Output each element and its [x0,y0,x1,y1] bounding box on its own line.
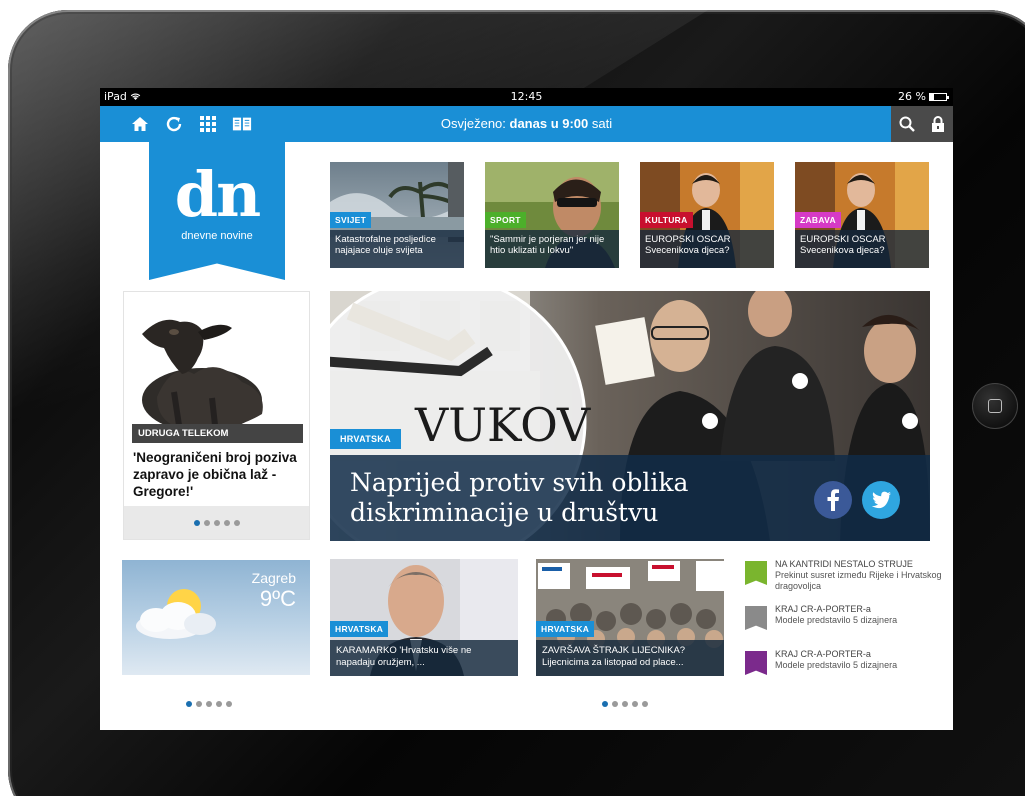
hero-sign-text: VUKOV [414,398,591,452]
facebook-icon[interactable] [814,481,852,519]
refresh-prefix: Osvježeno: [440,116,510,131]
bottom-story-0[interactable]: HRVATSKA KARAMARKO 'Hrvatsku više ne nap… [330,559,518,676]
story-caption: EUROPSKI OSCAR Svecenikova djeca? [640,230,774,268]
category-flag-icon [745,651,767,675]
side-list-text: Prekinut susret između Rijeke i Hrvatsko… [775,570,942,591]
category-flag-icon [745,561,767,585]
top-story-3[interactable]: ZABAVA EUROPSKI OSCAR Svecenikova djeca? [795,162,929,268]
toolbar-right-group [891,106,953,142]
weather-widget[interactable]: Zagreb 9ºC [122,560,310,675]
status-battery: 26 % [898,90,949,103]
status-time: 12:45 [510,90,543,103]
hero-title-line: Naprijed protiv svih oblika [350,468,689,497]
story-tag: SPORT [485,212,526,228]
bottom-story-1[interactable]: HRVATSKA ZAVRŠAVA ŠTRAJK LIJECNIKA? Lije… [536,559,724,676]
battery-icon [929,92,949,101]
pager-dot[interactable] [196,701,202,707]
story-tag: UDRUGA TELEKOM [132,424,303,443]
hero-title-line: diskriminacije u društvu [350,498,659,527]
refresh-time: danas u 9:00 [509,116,589,131]
story-tag: ZABAVA [795,212,841,228]
story-tag: HRVATSKA [330,621,389,637]
twitter-icon[interactable] [862,481,900,519]
weather-pager [186,698,232,710]
pager-dot[interactable] [602,701,608,707]
left-story-pager [124,506,309,539]
sheep-photo [132,302,303,442]
side-list-text: Modele predstavilo 5 dizajnera [775,660,898,670]
pager-dot[interactable] [642,701,648,707]
story-tag: HRVATSKA [536,621,595,637]
weather-city: Zagreb [251,570,296,586]
side-list-headline: KRAJ CR-A-PORTER-a [775,649,871,659]
category-flag-icon [745,606,767,630]
hero-story[interactable]: VUKOV HRVATSKA Naprijed protiv svih obli… [330,291,930,541]
side-list-text: Modele predstavilo 5 dizajnera [775,615,898,625]
pager-dot[interactable] [216,701,222,707]
refresh-suffix: sati [588,116,613,131]
pager-dot[interactable] [226,701,232,707]
logo-name: dnevne novine [181,230,253,242]
refresh-status: Osvježeno: danas u 9:00 sati [100,116,953,131]
side-list-headline: NA KANTRIDI NESTALO STRUJE [775,559,913,569]
search-icon[interactable] [897,114,917,134]
home-button[interactable] [972,383,1018,429]
pager-dot[interactable] [223,519,230,526]
side-list-headline: KRAJ CR-A-PORTER-a [775,604,871,614]
pager-dot[interactable] [632,701,638,707]
battery-percent: 26 % [898,90,926,103]
story-caption: EUROPSKI OSCAR Svecenikova djeca? [795,230,929,268]
left-story-card[interactable]: UDRUGA TELEKOM 'Neograničeni broj poziva… [123,291,310,540]
logo-mark: dn [174,158,261,231]
hero-title: Naprijed protiv svih oblika diskriminaci… [350,468,688,528]
side-list-item[interactable]: NA KANTRIDI NESTALO STRUJE Prekinut susr… [745,559,945,592]
pager-dot[interactable] [186,701,192,707]
pager-dot[interactable] [612,701,618,707]
story-caption: "Sammir je porjeran jer nije htio ukliza… [485,230,619,268]
pager-dot[interactable] [203,519,210,526]
app-screen: iPad 12:45 26 % Osvježeno: danas u 9:00 … [100,88,953,730]
pager-dot[interactable] [233,519,240,526]
side-list-item[interactable]: KRAJ CR-A-PORTER-a Modele predstavilo 5 … [745,604,945,630]
app-toolbar: Osvježeno: danas u 9:00 sati [100,106,953,142]
hero-tag: HRVATSKA [330,429,401,449]
story-headline: 'Neograničeni broj poziva zapravo je obi… [133,450,297,499]
pager-dot[interactable] [206,701,212,707]
side-list-item[interactable]: KRAJ CR-A-PORTER-a Modele predstavilo 5 … [745,649,945,675]
top-story-1[interactable]: SPORT "Sammir je porjeran jer nije htio … [485,162,619,268]
story-caption: KARAMARKO 'Hrvatsku više ne napadaju oru… [330,640,518,676]
pager-dot[interactable] [622,701,628,707]
status-bar: iPad 12:45 26 % [100,88,953,106]
site-logo[interactable]: dn dnevne novine [149,142,285,280]
story-caption: ZAVRŠAVA ŠTRAJK LIJECNIKA? Lijecnicima z… [536,640,724,676]
story-tag: SVIJET [330,212,372,228]
top-story-2[interactable]: KULTURA EUROPSKI OSCAR Svecenikova djeca… [640,162,774,268]
pager-dot[interactable] [213,519,220,526]
top-story-0[interactable]: SVIJET Katastrofalne posljedice najajace… [330,162,464,268]
pager-dot[interactable] [193,519,200,526]
lock-icon[interactable] [928,114,948,134]
story-tag: KULTURA [640,212,693,228]
news-pager [602,698,648,710]
story-caption: Katastrofalne posljedice najajace oluje … [330,230,464,268]
weather-temperature: 9ºC [259,586,296,611]
